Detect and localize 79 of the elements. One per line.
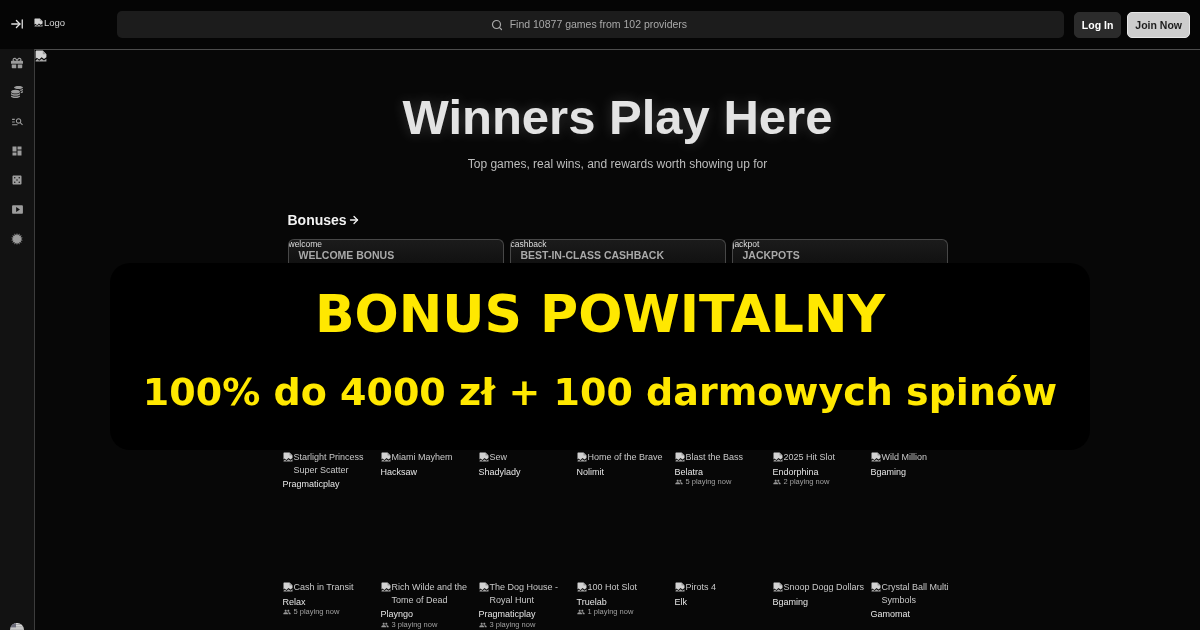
image-alt-text: welcome [288, 240, 323, 249]
flag-icon[interactable] [10, 623, 24, 630]
people-icon [380, 620, 389, 629]
image-alt-text: cashback [510, 240, 547, 249]
bonus-card[interactable]: cashback BEST-IN-CLASS CASHBACK [509, 239, 726, 263]
game-provider: Truelab [576, 595, 607, 608]
dice-icon[interactable] [11, 174, 23, 186]
game-title[interactable]: Miami Mayhem [391, 451, 453, 464]
sidebar-toggle-icon[interactable] [10, 16, 24, 31]
broken-image-icon [772, 452, 783, 462]
hero-title: Winners Play Here [402, 90, 833, 145]
logo-link[interactable]: Logo [34, 16, 66, 28]
game-title[interactable]: Crystal Ball Multi Symbols [881, 581, 965, 606]
broken-image-icon [576, 452, 587, 462]
game-provider: Pragmaticplay [282, 478, 340, 491]
game-provider: Shadylady [478, 465, 521, 478]
broken-image-icon [478, 582, 489, 592]
search-field[interactable]: Find 10877 games from 102 providers [117, 10, 1064, 38]
arrow-icon[interactable] [347, 214, 360, 226]
search-list-icon[interactable] [10, 115, 24, 128]
people-icon [478, 620, 487, 629]
bonus-card-title: JACKPOTS [742, 249, 800, 261]
broken-image-icon [674, 582, 685, 592]
broken-image-icon [674, 452, 685, 462]
bonus-card[interactable]: jackpot JACKPOTS [731, 239, 948, 263]
broken-image-icon [772, 582, 783, 592]
game-provider: Elk [674, 595, 687, 608]
game-title[interactable]: Blast the Bass [685, 451, 744, 464]
join-button[interactable]: Join Now [1127, 11, 1190, 38]
coins-icon[interactable] [11, 86, 23, 98]
game-title[interactable]: The Dog House - Royal Hunt [489, 581, 573, 606]
bonus-card[interactable]: welcome WELCOME BONUS [287, 239, 504, 263]
broken-image-icon [380, 452, 391, 462]
game-provider: Belatra [674, 465, 704, 478]
game-title[interactable]: 2025 Hit Slot [783, 451, 836, 464]
broken-image-icon [576, 582, 587, 592]
search-icon [491, 18, 504, 31]
game-title[interactable]: 100 Hot Slot [587, 581, 638, 594]
broken-image-icon [380, 582, 391, 592]
promo-offer: 100% do 4000 zł + 100 darmowych spinów [142, 370, 1058, 414]
people-icon [772, 478, 781, 486]
broken-image-icon [35, 50, 47, 62]
hero-subtitle: Top games, real wins, and rewards worth showing up for [467, 156, 768, 172]
broken-image-icon [870, 452, 881, 462]
game-provider: Relax [282, 595, 306, 608]
bonus-card-title: WELCOME BONUS [298, 249, 395, 261]
game-provider: Playngo [380, 608, 414, 621]
game-provider: Gamomat [870, 608, 910, 621]
bonus-card-title: BEST-IN-CLASS CASHBACK [520, 249, 664, 261]
starburst-icon[interactable] [11, 233, 23, 245]
game-title[interactable]: Starlight Princess Super Scatter [293, 451, 377, 476]
promo-headline: BONUS POWITALNY [314, 286, 886, 343]
game-title[interactable]: Home of the Brave [587, 451, 663, 464]
game-provider: Nolimit [576, 465, 604, 478]
login-button[interactable]: Log In [1073, 11, 1122, 38]
broken-image-icon [282, 452, 293, 462]
dashboard-icon[interactable] [11, 145, 23, 157]
game-title[interactable]: Cash in Transit [293, 581, 354, 594]
people-icon [576, 608, 585, 616]
game-provider: Endorphina [772, 465, 819, 478]
game-provider: Pragmaticplay [478, 608, 536, 621]
people-icon [282, 608, 291, 616]
game-provider: Bgaming [772, 595, 809, 608]
broken-image-icon [478, 452, 489, 462]
play-icon[interactable] [10, 203, 24, 216]
game-title[interactable]: Wild Million [881, 451, 927, 464]
game-title[interactable]: Pirots 4 [685, 581, 716, 594]
game-title[interactable]: Sew [489, 451, 507, 464]
people-icon [674, 478, 683, 486]
game-provider: Hacksaw [380, 465, 417, 478]
broken-image-icon [34, 17, 43, 27]
broken-image-icon [282, 582, 293, 592]
game-provider: Bgaming [870, 465, 907, 478]
broken-image-icon [870, 582, 881, 592]
section-heading[interactable]: Bonuses [287, 211, 347, 229]
image-alt-text: jackpot [732, 240, 760, 249]
gift-icon[interactable] [11, 57, 23, 69]
game-title[interactable]: Snoop Dogg Dollars [783, 581, 865, 594]
game-title[interactable]: Rich Wilde and the Tome of Dead [391, 581, 475, 606]
